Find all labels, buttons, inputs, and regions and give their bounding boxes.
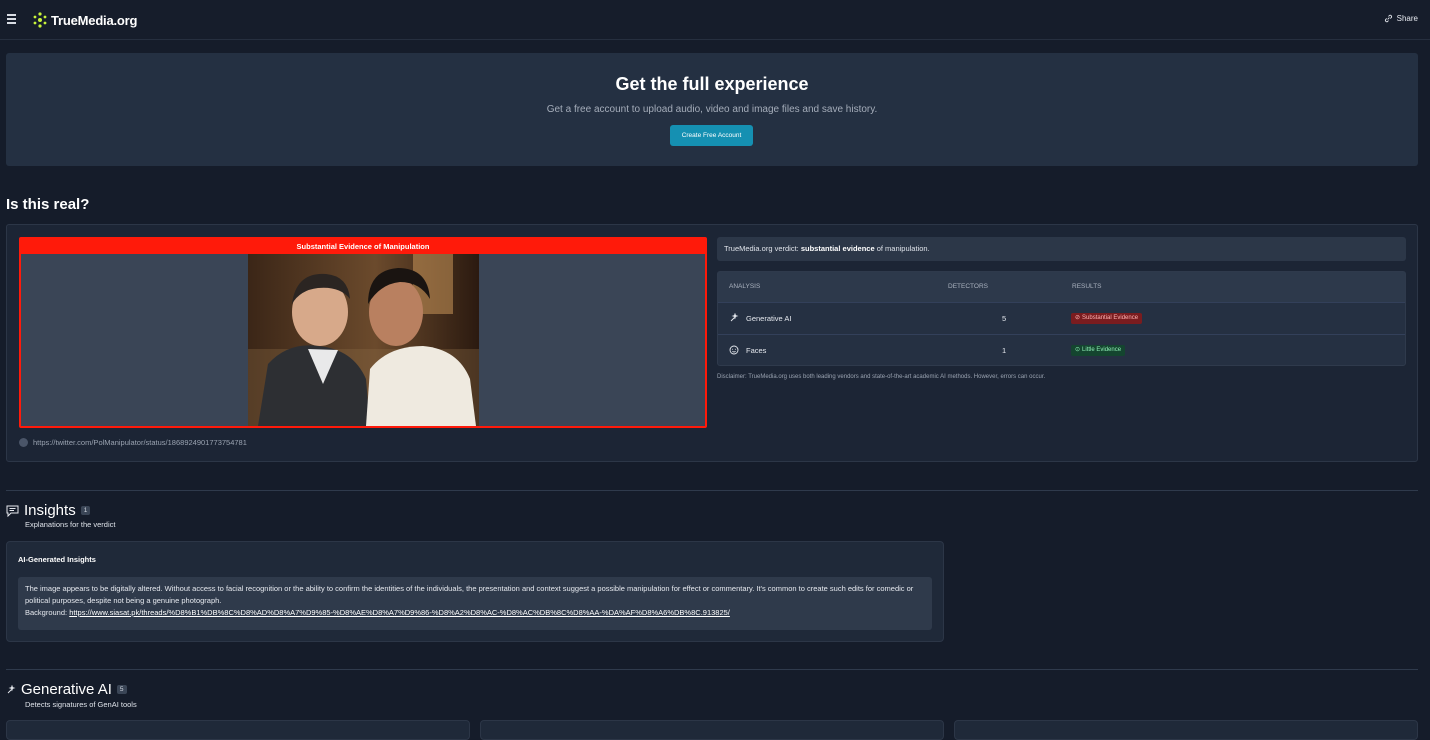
insights-title: Insights	[24, 502, 76, 519]
detector-count: 1	[1002, 346, 1007, 355]
table-row[interactable]: Generative AI 5 ⊘ Substantial Evidence	[718, 302, 1405, 335]
disclaimer: Disclaimer: TrueMedia.org uses both lead…	[717, 374, 1046, 380]
page-title: Is this real?	[6, 196, 90, 213]
divider	[6, 490, 1418, 491]
insight-text: The image appears to be digitally altere…	[25, 584, 914, 605]
analysis-name: Faces	[746, 346, 767, 355]
divider	[6, 669, 1418, 670]
promo-banner: Get the full experience Get a free accou…	[6, 53, 1418, 166]
verdict-strong: substantial evidence	[800, 244, 875, 253]
status-badge-label: Substantial Evidence	[1082, 315, 1139, 321]
status-badge: ⊘ Substantial Evidence	[1071, 313, 1143, 324]
source-url[interactable]: https://twitter.com/PolManipulator/statu…	[19, 438, 247, 447]
sparkle-icon	[730, 313, 739, 322]
logo[interactable]: TrueMedia.org	[32, 12, 137, 28]
detector-card	[480, 720, 944, 740]
share-label: Share	[1396, 14, 1418, 23]
column-header-results: RESULTS	[1072, 283, 1102, 290]
insights-count-badge: 1	[80, 506, 91, 515]
detector-card	[6, 720, 470, 740]
status-badge: ⊙ Little Evidence	[1071, 345, 1126, 356]
insight-background: Background: https://www.siasat.pk/thread…	[25, 607, 925, 619]
genai-header: Generative AI 5	[6, 681, 127, 698]
analysis-name: Generative AI	[746, 314, 792, 323]
insights-subtitle: Explanations for the verdict	[25, 520, 116, 529]
table-row[interactable]: Faces 1 ⊙ Little Evidence	[718, 334, 1405, 367]
link-icon	[19, 438, 28, 447]
verdict-prefix: TrueMedia.org verdict:	[724, 244, 801, 253]
menu-icon[interactable]	[7, 14, 16, 24]
column-header-detectors: DETECTORS	[948, 283, 988, 290]
logo-text: TrueMedia.org	[51, 12, 138, 28]
table-header: ANALYSIS DETECTORS RESULTS	[718, 272, 1405, 302]
check-circle-icon: ⊙	[1075, 347, 1081, 353]
insights-card: AI-Generated Insights The image appears …	[6, 541, 944, 642]
background-label: Background:	[25, 608, 70, 617]
verdict-suffix: of manipulation.	[874, 244, 930, 253]
analysis-table: ANALYSIS DETECTORS RESULTS Generative AI…	[717, 271, 1406, 366]
sparkle-icon	[7, 684, 16, 693]
insights-card-title: AI-Generated Insights	[18, 555, 96, 564]
top-bar: TrueMedia.org Share	[0, 0, 1430, 40]
logo-icon	[33, 12, 47, 28]
detector-count: 5	[1002, 314, 1007, 323]
face-icon	[729, 345, 739, 355]
genai-title: Generative AI	[21, 681, 112, 698]
detector-card	[954, 720, 1418, 740]
status-badge-label: Little Evidence	[1082, 347, 1122, 353]
result-card: Substantial Evidence of Manipulation htt…	[6, 224, 1418, 462]
source-url-text: https://twitter.com/PolManipulator/statu…	[33, 438, 247, 447]
genai-count-badge: 5	[116, 685, 127, 694]
media-frame: Substantial Evidence of Manipulation	[19, 237, 707, 428]
create-account-button[interactable]: Create Free Account	[670, 125, 753, 146]
promo-subtitle: Get a free account to upload audio, vide…	[546, 104, 878, 115]
verdict-box: TrueMedia.org verdict: substantial evide…	[717, 237, 1406, 261]
alert-circle-icon: ⊘	[1075, 315, 1081, 321]
link-icon	[1384, 14, 1392, 23]
share-button[interactable]: Share	[1384, 14, 1418, 23]
genai-subtitle: Detects signatures of GenAI tools	[25, 700, 137, 709]
background-link[interactable]: https://www.siasat.pk/threads/%D8%B1%DB%…	[69, 608, 730, 617]
insights-header: Insights 1	[6, 502, 91, 519]
comment-icon	[6, 505, 19, 517]
analyzed-image[interactable]	[248, 254, 479, 426]
column-header-analysis: ANALYSIS	[729, 283, 761, 290]
insight-text-box: The image appears to be digitally altere…	[18, 577, 932, 630]
promo-title: Get the full experience	[615, 74, 809, 94]
manipulation-banner: Substantial Evidence of Manipulation	[21, 239, 705, 254]
